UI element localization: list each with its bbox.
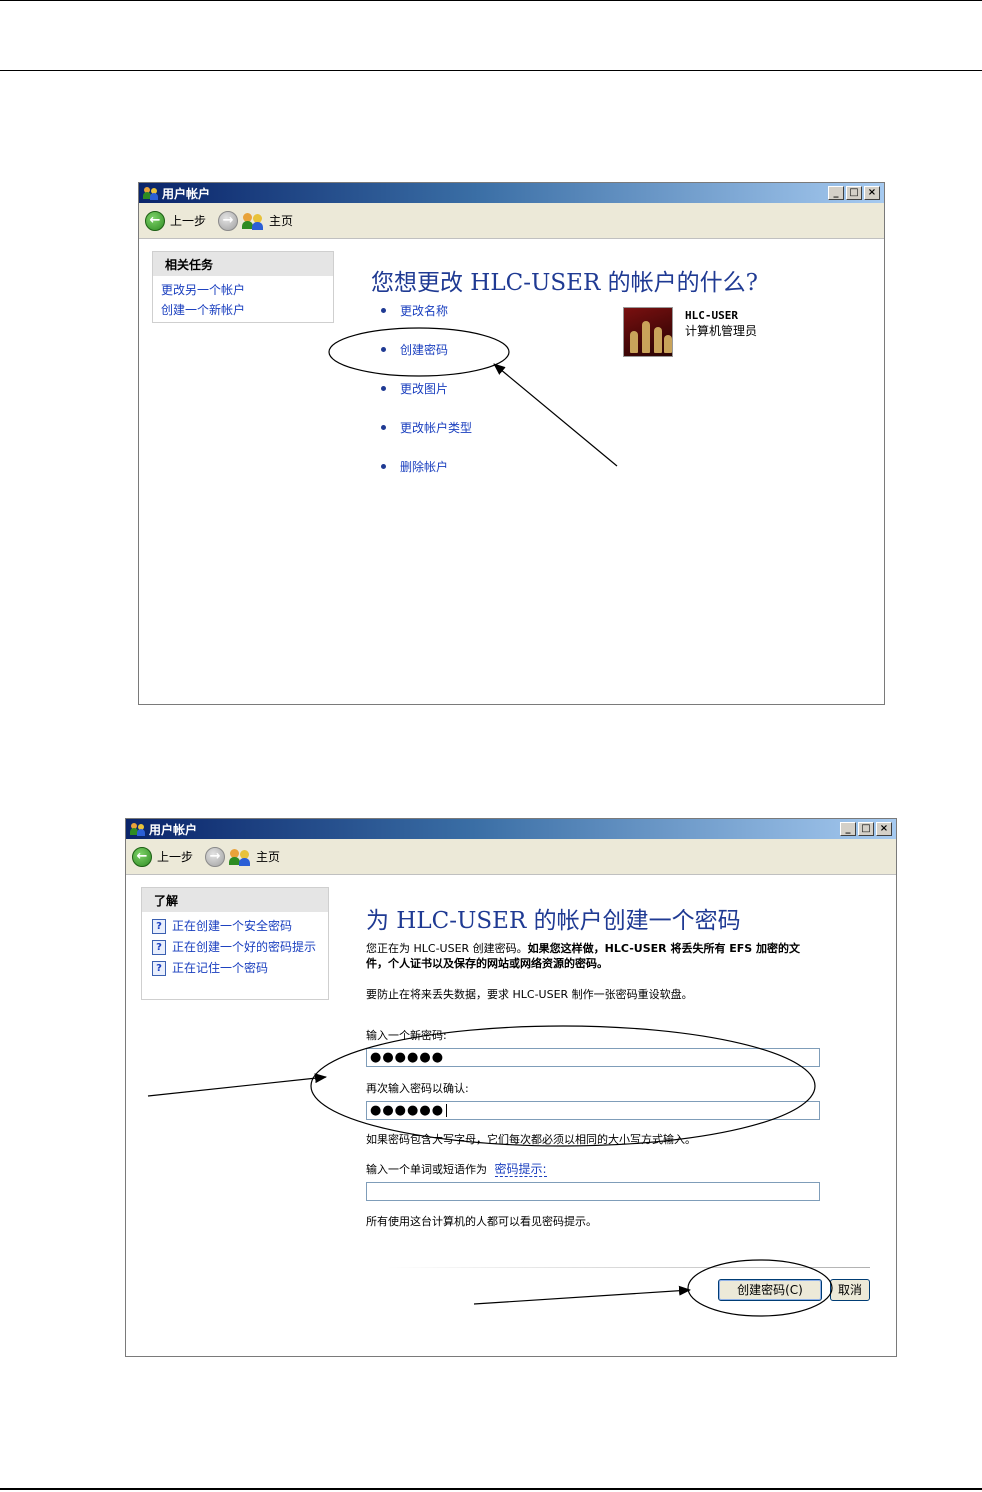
- bullet-icon: [381, 464, 386, 469]
- option-change-account-type[interactable]: 更改帐户类型: [371, 408, 472, 447]
- learn-about-pane: 了解 ? 正在创建一个安全密码 ? 正在创建一个好的密码提示 ? 正在记住一个密码: [141, 887, 329, 1000]
- help-question-icon: ?: [152, 940, 166, 955]
- option-change-name-link[interactable]: 更改名称: [400, 302, 448, 319]
- help-remember-password-label: 正在记住一个密码: [172, 961, 269, 975]
- window-title: 用户帐户: [162, 186, 211, 201]
- home-button[interactable]: 主页: [256, 848, 280, 865]
- title-bar[interactable]: 用户帐户 _ □ ×: [126, 819, 896, 839]
- task-create-new-account[interactable]: 创建一个新帐户: [153, 300, 333, 320]
- task-change-another-account[interactable]: 更改另一个帐户: [153, 280, 333, 300]
- help-secure-password-label: 正在创建一个安全密码: [172, 919, 293, 933]
- help-question-icon: ?: [152, 919, 166, 934]
- back-arrow-icon[interactable]: ←: [145, 210, 165, 231]
- option-change-picture-link[interactable]: 更改图片: [400, 380, 448, 397]
- minimize-button[interactable]: _: [840, 822, 856, 836]
- back-arrow-icon[interactable]: ←: [132, 846, 152, 867]
- toolbar: ← 上一步 → 主页: [126, 839, 896, 875]
- close-button[interactable]: ×: [876, 822, 892, 836]
- help-good-hint-label: 正在创建一个好的密码提示: [172, 940, 317, 954]
- back-button[interactable]: 上一步: [157, 848, 193, 865]
- help-question-icon: ?: [152, 961, 166, 976]
- intro-normal: 您正在为 HLC-USER 创建密码。: [366, 942, 528, 955]
- option-create-password[interactable]: 创建密码: [371, 330, 472, 369]
- title-bar[interactable]: 用户帐户 _ □ ×: [139, 183, 884, 203]
- confirm-password-input[interactable]: ●●●●●●: [366, 1101, 820, 1120]
- account-picture: [623, 307, 673, 357]
- user-accounts-window-2: 用户帐户 _ □ × ← 上一步 → 主页 了解 ? 正在创建一个安全密码 ? 正在…: [125, 818, 897, 1357]
- forward-arrow-icon[interactable]: →: [218, 210, 239, 231]
- page-header-rule: [0, 70, 982, 71]
- home-users-icon[interactable]: [242, 212, 264, 230]
- password-hint-link[interactable]: 密码提示:: [494, 1162, 547, 1177]
- create-password-button[interactable]: 创建密码(C): [718, 1279, 822, 1301]
- intro-text: 您正在为 HLC-USER 创建密码。如果您这样做，HLC-USER 将丢失所有…: [366, 941, 816, 971]
- password-hint-label: 输入一个单词或短语作为 密码提示:: [366, 1160, 547, 1177]
- close-button[interactable]: ×: [864, 186, 880, 200]
- new-password-input[interactable]: ●●●●●●: [366, 1048, 820, 1067]
- help-good-hint[interactable]: ? 正在创建一个好的密码提示: [142, 937, 328, 958]
- related-tasks-pane: 相关任务 更改另一个帐户 创建一个新帐户: [152, 251, 334, 323]
- hint-visibility-note: 所有使用这台计算机的人都可以看见密码提示。: [366, 1215, 597, 1228]
- option-delete-account[interactable]: 删除帐户: [371, 447, 472, 486]
- account-name: HLC-USER: [685, 309, 738, 322]
- bullet-icon: [381, 347, 386, 352]
- page-heading: 为 HLC-USER 的帐户创建一个密码: [366, 908, 741, 934]
- back-button[interactable]: 上一步: [170, 212, 206, 229]
- page-top-rule: [0, 0, 982, 1]
- user-accounts-window-1: 用户帐户 _ □ × ← 上一步 → 主页 相关任务 更改另一个帐户 创建一个新…: [138, 182, 885, 705]
- button-separator: [386, 1267, 870, 1268]
- forward-arrow-icon[interactable]: →: [205, 846, 226, 867]
- help-secure-password[interactable]: ? 正在创建一个安全密码: [142, 916, 328, 937]
- text-caret: [446, 1104, 448, 1117]
- learn-about-header: 了解: [142, 888, 328, 912]
- new-password-value: ●●●●●●: [370, 1050, 445, 1065]
- toolbar: ← 上一步 → 主页: [139, 203, 884, 239]
- option-change-account-type-link[interactable]: 更改帐户类型: [400, 419, 472, 436]
- case-sensitivity-note: 如果密码包含大写字母，它们每次都必须以相同的大小写方式输入。: [366, 1133, 696, 1146]
- cancel-button[interactable]: 取消: [830, 1279, 870, 1301]
- option-change-name[interactable]: 更改名称: [371, 291, 472, 330]
- option-change-picture[interactable]: 更改图片: [371, 369, 472, 408]
- confirm-password-label: 再次输入密码以确认:: [366, 1082, 469, 1095]
- new-password-label: 输入一个新密码:: [366, 1029, 447, 1042]
- option-delete-account-link[interactable]: 删除帐户: [400, 458, 448, 475]
- window-title: 用户帐户: [149, 822, 198, 837]
- user-accounts-icon: [143, 186, 159, 200]
- minimize-button[interactable]: _: [828, 186, 844, 200]
- bullet-icon: [381, 386, 386, 391]
- home-button[interactable]: 主页: [269, 212, 293, 229]
- option-create-password-link[interactable]: 创建密码: [400, 341, 448, 358]
- options-list: 更改名称 创建密码 更改图片 更改帐户类型 删除帐户: [371, 291, 472, 486]
- page-footer-rule: [0, 1488, 982, 1490]
- bullet-icon: [381, 425, 386, 430]
- user-accounts-icon: [130, 822, 146, 836]
- related-tasks-header: 相关任务: [153, 252, 333, 276]
- maximize-button[interactable]: □: [846, 186, 862, 200]
- confirm-password-value: ●●●●●●: [370, 1103, 445, 1118]
- help-remember-password[interactable]: ? 正在记住一个密码: [142, 958, 328, 979]
- maximize-button[interactable]: □: [858, 822, 874, 836]
- password-hint-input[interactable]: [366, 1182, 820, 1201]
- prevent-data-loss-text: 要防止在将来丢失数据，要求 HLC-USER 制作一张密码重设软盘。: [366, 988, 693, 1001]
- hint-label-text: 输入一个单词或短语作为: [366, 1163, 487, 1176]
- bullet-icon: [381, 308, 386, 313]
- home-users-icon[interactable]: [229, 848, 251, 866]
- account-type: 计算机管理员: [685, 324, 758, 338]
